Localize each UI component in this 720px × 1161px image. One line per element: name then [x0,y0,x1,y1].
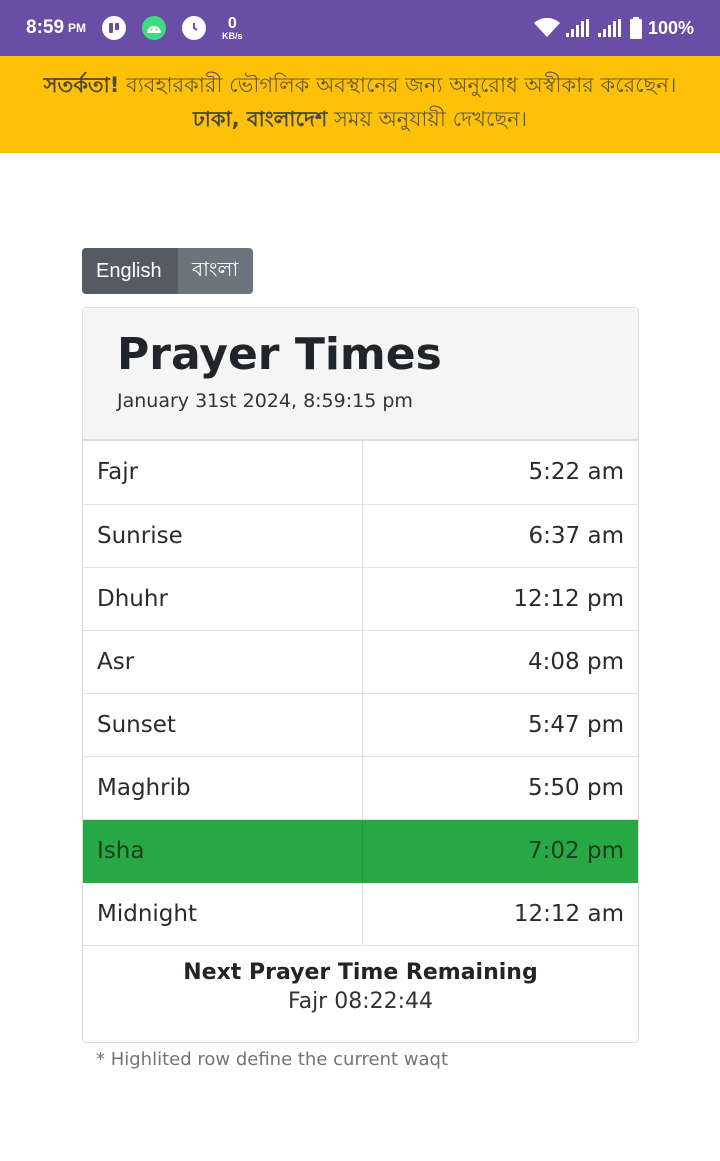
battery-icon [629,17,642,39]
prayer-name: Sunrise [83,504,363,568]
prayer-times-card: Prayer Times January 31st 2024, 8:59:15 … [82,307,639,1043]
prayer-time: 5:22 am [362,441,638,505]
next-prayer-panel: Next Prayer Time Remaining Fajr 08:22:44 [83,946,638,1014]
card-header: Prayer Times January 31st 2024, 8:59:15 … [83,308,638,441]
alert-location: ঢাকা, বাংলাদেশ [192,107,328,131]
next-prayer-title: Next Prayer Time Remaining [183,959,538,985]
table-row-sunrise: Sunrise 6:37 am [83,504,638,568]
prayer-time: 5:50 pm [362,756,638,820]
table-row-maghrib: Maghrib 5:50 pm [83,756,638,820]
prayer-time: 7:02 pm [362,819,638,883]
prayer-name: Sunset [83,693,363,757]
table-row-midnight: Midnight 12:12 am [83,882,638,946]
table-row-isha-current: Isha 7:02 pm [83,819,638,883]
status-right: 100% [533,17,694,39]
footnote: * Highlited row define the current waqt [96,1049,449,1070]
bangla-button[interactable]: বাংলা [178,248,253,294]
english-button[interactable]: English [82,248,178,294]
status-time: 8:59 [26,17,65,38]
table-row-asr: Asr 4:08 pm [83,630,638,694]
table-row-sunset: Sunset 5:47 pm [83,693,638,757]
alert-strong: সতর্কতা! [43,73,120,97]
android-debug-icon [142,16,167,40]
signal-icon-2 [597,19,621,37]
table-row-dhuhr: Dhuhr 12:12 pm [83,567,638,631]
signal-icon [565,19,589,37]
alert-text-2: সময় অনুযায়ী দেখছেন। [327,107,528,131]
prayer-name: Maghrib [83,756,363,820]
battery-percent: 100% [647,17,694,38]
table-row-fajr: Fajr 5:22 am [83,441,638,505]
prayer-name: Midnight [83,882,363,946]
location-alert: সতর্কতা! ব্যবহারকারী ভৌগলিক অবস্থানের জন… [0,56,720,153]
prayer-time: 12:12 am [362,882,638,946]
prayer-name: Fajr [83,441,363,505]
alert-text-1: ব্যবহারকারী ভৌগলিক অবস্থানের জন্য অনুরোধ… [119,73,677,97]
app-notification-icon [102,16,127,40]
prayer-time: 12:12 pm [362,567,638,631]
prayer-times-table: Fajr 5:22 am Sunrise 6:37 am Dhuhr 12:12… [83,441,638,946]
status-ampm: PM [68,21,87,35]
prayer-name: Isha [83,819,363,883]
prayer-name: Asr [83,630,363,694]
language-toggle: English বাংলা [82,248,253,294]
current-datetime: January 31st 2024, 8:59:15 pm [117,390,413,412]
wifi-icon [533,18,560,37]
prayer-time: 4:08 pm [362,630,638,694]
status-bar: 8:59 PM 0 KB/s 100% [0,0,720,56]
prayer-name: Dhuhr [83,567,363,631]
next-prayer-countdown: Fajr 08:22:44 [287,988,434,1014]
clock-icon [182,16,207,40]
prayer-time: 5:47 pm [362,693,638,757]
page-title: Prayer Times [117,329,442,380]
prayer-time: 6:37 am [362,504,638,568]
network-speed: 0 KB/s [222,14,243,41]
